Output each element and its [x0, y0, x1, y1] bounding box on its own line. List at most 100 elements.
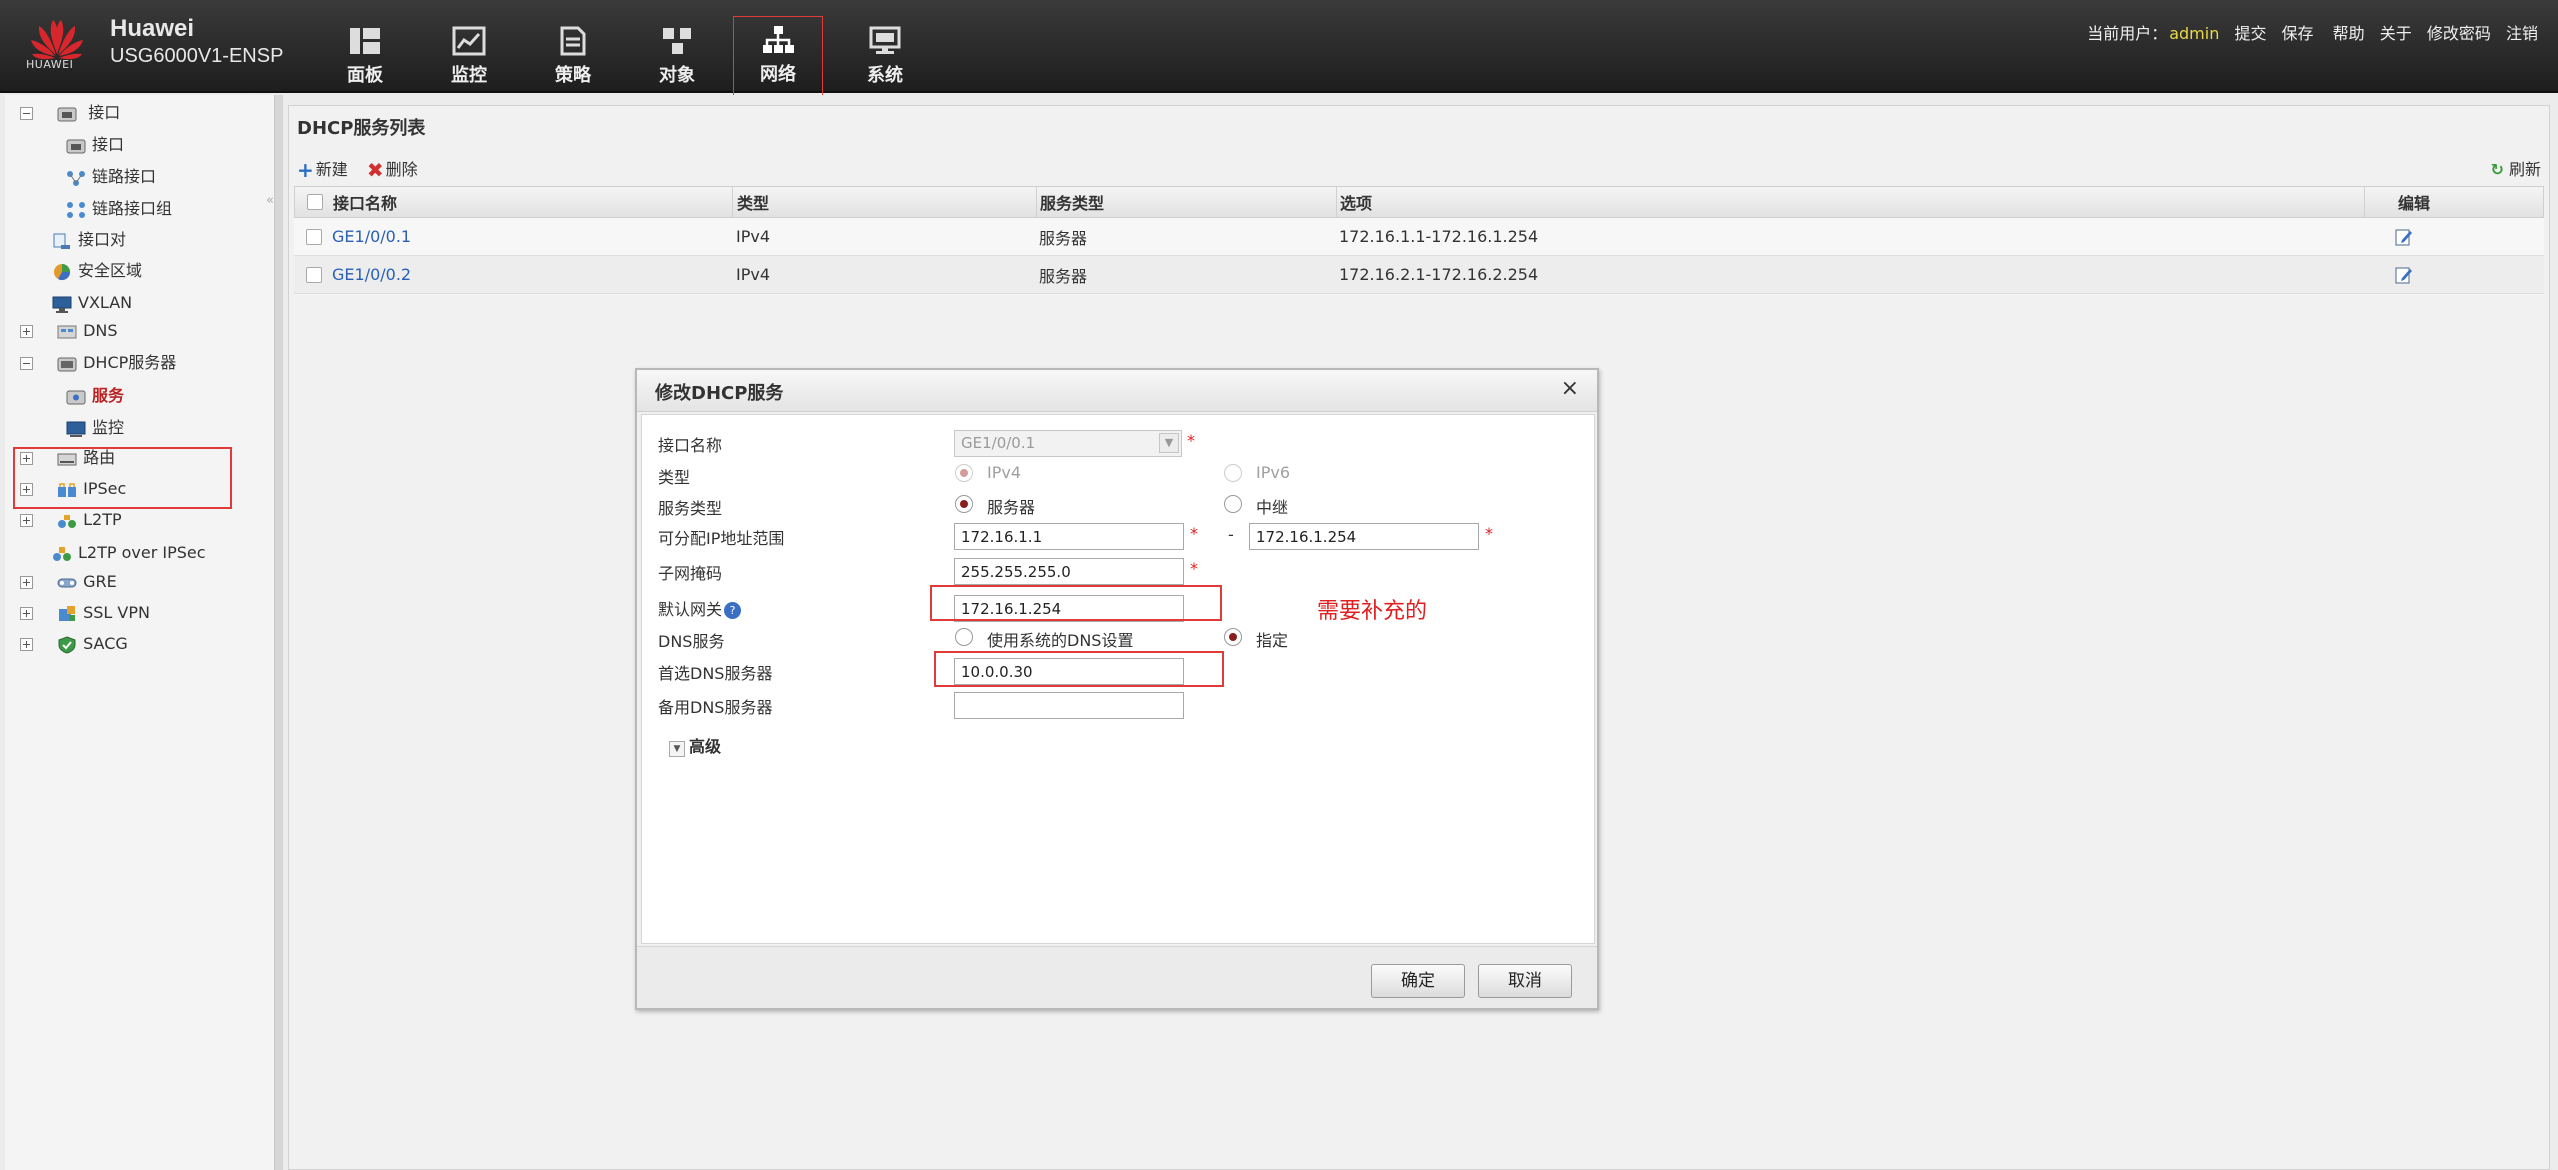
sidebar-item-l2tp[interactable]: L2TP	[20, 507, 122, 533]
expand-toggle-icon[interactable]	[20, 576, 33, 589]
highlight-box	[934, 651, 1224, 687]
sidebar-item-label: SACG	[83, 634, 128, 653]
interface-name-link[interactable]: GE1/0/0.2	[332, 256, 411, 293]
dhcp-table: 接口名称 类型 服务类型 选项 编辑 GE1/0/0.1 IPv4 服务器 17…	[294, 186, 2544, 294]
route-icon	[57, 453, 77, 465]
sidebar-item-interface-pair[interactable]: 接口对	[52, 227, 126, 253]
current-user-label: 当前用户：	[2087, 24, 2168, 43]
sidebar-item-dhcp-monitor[interactable]: 监控	[66, 415, 124, 441]
service-relay-radio[interactable]	[1224, 495, 1242, 513]
expand-toggle-icon[interactable]	[20, 607, 33, 620]
nav-object[interactable]: 对象	[632, 18, 722, 90]
interface-label: 接口名称	[658, 436, 723, 455]
subnet-mask-input[interactable]	[954, 558, 1184, 585]
secondary-dns-input[interactable]	[954, 692, 1184, 719]
help-link[interactable]: 帮助	[2333, 24, 2365, 43]
dns-specify-label[interactable]: 指定	[1256, 627, 1288, 651]
expand-toggle-icon[interactable]	[20, 638, 33, 651]
nav-dashboard[interactable]: 面板	[320, 18, 410, 90]
table-row[interactable]: GE1/0/0.1 IPv4 服务器 172.16.1.1-172.16.1.2…	[294, 218, 2544, 256]
collapse-toggle-icon[interactable]	[20, 357, 33, 370]
brand: Huawei USG6000V1-ENSP	[110, 16, 283, 70]
sidebar-item-ipsec[interactable]: IPSec	[20, 476, 126, 502]
refresh-button[interactable]: ↻ 刷新	[2490, 156, 2541, 180]
table-row[interactable]: GE1/0/0.2 IPv4 服务器 172.16.2.1-172.16.2.2…	[294, 256, 2544, 294]
delete-button-label: 删除	[385, 160, 418, 179]
required-mark: *	[1187, 431, 1195, 450]
collapse-toggle-icon[interactable]	[20, 107, 33, 120]
cancel-button[interactable]: 取消	[1478, 964, 1572, 998]
service-icon	[66, 390, 86, 404]
sidebar-item-link-interface[interactable]: 链路接口	[66, 164, 156, 190]
table-header: 接口名称 类型 服务类型 选项 编辑	[294, 186, 2544, 218]
expand-toggle-icon[interactable]	[20, 325, 33, 338]
sidebar-item-ssl-vpn[interactable]: SSL VPN	[20, 600, 150, 626]
ok-button[interactable]: 确定	[1371, 964, 1465, 998]
advanced-label: 高级	[689, 737, 722, 756]
edit-button[interactable]	[2394, 256, 2414, 293]
row-checkbox[interactable]	[306, 266, 322, 283]
nav-policy[interactable]: 策略	[528, 18, 618, 90]
interface-name-link[interactable]: GE1/0/0.1	[332, 218, 411, 255]
dns-system-label[interactable]: 使用系统的DNS设置	[987, 627, 1133, 651]
service-server-label[interactable]: 服务器	[987, 494, 1035, 518]
ip-range-start-input[interactable]	[954, 523, 1184, 550]
row-checkbox[interactable]	[306, 228, 322, 245]
sidebar-item-route[interactable]: 路由	[20, 445, 115, 471]
expand-toggle-icon[interactable]	[20, 483, 33, 496]
nav-system[interactable]: 系统	[840, 18, 930, 90]
service-relay-label[interactable]: 中继	[1256, 494, 1288, 518]
vxlan-icon	[52, 296, 72, 313]
save-link[interactable]: 保存	[2282, 24, 2314, 43]
policy-icon	[560, 26, 586, 56]
dialog-header[interactable]: 修改DHCP服务 ×	[637, 370, 1597, 412]
select-all-checkbox[interactable]	[307, 194, 323, 210]
collapse-sidebar-icon[interactable]: «	[266, 193, 274, 208]
logout-link[interactable]: 注销	[2506, 24, 2538, 43]
about-link[interactable]: 关于	[2380, 24, 2412, 43]
expand-toggle-icon[interactable]	[20, 452, 33, 465]
sidebar-item-dhcp-server[interactable]: DHCP服务器	[20, 350, 176, 376]
monitor-small-icon	[66, 421, 86, 437]
sidebar-item-interface-sub[interactable]: 接口	[66, 132, 124, 158]
sidebar-item-dns[interactable]: DNS	[20, 318, 118, 344]
column-header-service[interactable]: 服务类型	[1040, 187, 1337, 217]
sidebar-item-gre[interactable]: GRE	[20, 569, 117, 595]
top-bar: HUAWEI Huawei USG6000V1-ENSP 面板 监控 策略 对象…	[0, 0, 2558, 98]
sidebar-splitter[interactable]	[275, 95, 283, 1170]
column-header-name[interactable]: 接口名称	[333, 187, 733, 217]
sidebar-item-security-zone[interactable]: 安全区域	[52, 258, 142, 284]
subnet-mask-label: 子网掩码	[658, 564, 723, 583]
dns-system-radio[interactable]	[955, 628, 973, 646]
secondary-dns-label: 备用DNS服务器	[658, 698, 773, 717]
expand-toggle-icon[interactable]	[20, 514, 33, 527]
sidebar-item-interface[interactable]: 接口	[20, 100, 120, 126]
ip-range-end-input[interactable]	[1249, 523, 1479, 550]
sidebar-item-l2tp-over-ipsec[interactable]: L2TP over IPSec	[52, 540, 206, 566]
help-icon[interactable]: ?	[724, 602, 742, 619]
change-password-link[interactable]: 修改密码	[2427, 24, 2491, 43]
sidebar-item-sacg[interactable]: SACG	[20, 631, 128, 657]
edit-button[interactable]	[2394, 218, 2414, 255]
close-icon[interactable]: ×	[1561, 376, 1579, 401]
sidebar-item-label: 链路接口组	[92, 199, 173, 218]
column-header-type[interactable]: 类型	[737, 187, 1037, 217]
delete-button[interactable]: ✖ 删除	[367, 156, 418, 182]
submit-link[interactable]: 提交	[2234, 24, 2266, 43]
sidebar-item-link-interface-group[interactable]: 链路接口组	[66, 196, 172, 222]
dns-specify-radio[interactable]	[1224, 628, 1242, 646]
sidebar-item-label: 监控	[92, 418, 125, 437]
type-ipv6-label: IPv6	[1256, 463, 1291, 482]
advanced-toggle[interactable]: ▼ 高级	[669, 733, 721, 757]
column-header-option[interactable]: 选项	[1340, 187, 2365, 217]
nav-monitor[interactable]: 监控	[424, 18, 514, 90]
dashboard-icon	[350, 28, 380, 54]
chevron-down-icon: ▼	[669, 741, 685, 757]
new-button[interactable]: + 新建	[297, 156, 348, 182]
sidebar-item-vxlan[interactable]: VXLAN	[52, 290, 132, 316]
sidebar-item-dhcp-service[interactable]: 服务	[66, 383, 124, 409]
add-icon: +	[297, 158, 314, 182]
required-mark: *	[1190, 559, 1198, 578]
nav-network[interactable]: 网络	[733, 16, 823, 98]
service-server-radio[interactable]	[955, 495, 973, 513]
